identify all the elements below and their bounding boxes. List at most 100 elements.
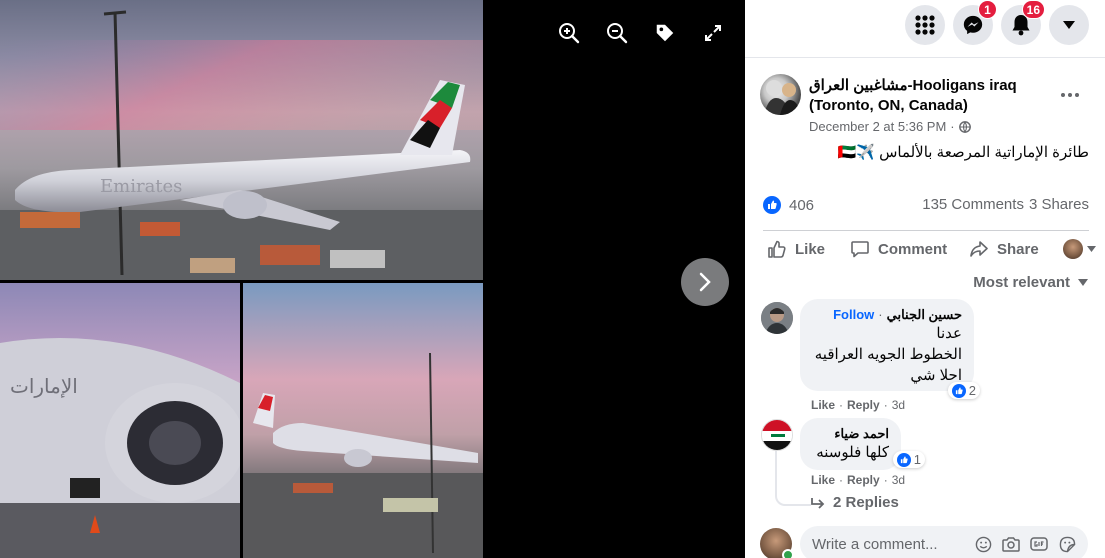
- reply-arrow-icon: [811, 497, 825, 509]
- meta-separator: ·: [839, 473, 844, 487]
- online-status-dot: [782, 549, 794, 558]
- like-count-text: 406: [789, 196, 815, 214]
- react-as-selector[interactable]: [1063, 234, 1096, 264]
- post-actions: Like Comment Share: [763, 234, 1096, 264]
- messenger-icon: [963, 15, 983, 35]
- account-button[interactable]: [1049, 5, 1089, 45]
- post-panel: مشاغبين العراق-Hooligans iraq (Toronto, …: [745, 58, 1105, 558]
- more-dots-icon: [1061, 93, 1079, 97]
- comment-reaction-count: 1: [913, 452, 921, 467]
- chevron-right-icon: [699, 272, 711, 292]
- comment-line: احلا شي: [910, 367, 962, 384]
- comment-age[interactable]: 3d: [892, 473, 905, 487]
- follow-link[interactable]: Follow: [833, 307, 874, 323]
- next-photo-button[interactable]: [681, 258, 729, 306]
- plane-photo-top: Emirates: [0, 0, 483, 280]
- livery-text-top: Emirates: [100, 176, 182, 197]
- comment-label: Comment: [878, 240, 948, 258]
- comment-bubble: حسين الجنابي · Follow عدنا الخطوط الجويه…: [800, 299, 980, 399]
- comment-line: الخطوط الجويه العراقيه: [814, 346, 962, 363]
- comment-reaction-count: 2: [968, 383, 976, 398]
- facebook-photo-page: Emirates الإمارات 1 16 مشاغبين العراق-Ho…: [0, 0, 1105, 558]
- notifications-button[interactable]: 16: [1001, 0, 1045, 45]
- comment-age[interactable]: 3d: [892, 398, 905, 412]
- comment-reply-link[interactable]: Reply: [847, 473, 880, 487]
- comment-bubble: احمد ضياء كلها فلوسنه 1: [800, 418, 925, 470]
- share-button[interactable]: Share: [969, 234, 1039, 264]
- comment-header: حسين الجنابي · Follow: [812, 307, 962, 323]
- meta-separator: ·: [883, 473, 888, 487]
- comment-like-link[interactable]: Like: [811, 473, 835, 487]
- comment-icon: [851, 241, 869, 258]
- post-timestamp: December 2 at 5:36 PM ·: [809, 119, 971, 134]
- caret-down-icon: [1063, 21, 1075, 29]
- share-label: Share: [997, 240, 1039, 258]
- menu-button[interactable]: [905, 5, 945, 45]
- comments-count[interactable]: 135 Comments: [922, 196, 1024, 213]
- plane-photo-engine: الإمارات: [0, 283, 240, 558]
- comment-line: عدنا: [936, 325, 962, 342]
- zoom-in-icon[interactable]: [556, 20, 582, 46]
- meta-separator: ·: [883, 398, 888, 412]
- sort-label: Most relevant: [973, 274, 1070, 291]
- commenter-name[interactable]: حسين الجنابي: [887, 307, 962, 323]
- comment-share-counts: 135 Comments 3 Shares: [922, 196, 1089, 213]
- caret-down-icon: [1087, 246, 1096, 252]
- emoji-icon[interactable]: [974, 535, 992, 553]
- photo-viewer[interactable]: Emirates الإمارات: [0, 0, 745, 558]
- comment-reply-link[interactable]: Reply: [847, 398, 880, 412]
- actions-divider: [763, 230, 1089, 231]
- reactions-summary: 406 135 Comments 3 Shares: [763, 196, 1089, 218]
- commenter-avatar[interactable]: [761, 419, 793, 451]
- notifications-badge: 16: [1021, 0, 1045, 19]
- globe-icon: [958, 120, 971, 133]
- like-count[interactable]: 406: [763, 196, 814, 214]
- like-label: Like: [795, 240, 826, 258]
- view-replies-button[interactable]: 2 Replies: [811, 494, 899, 511]
- livery-text-engine: الإمارات: [10, 374, 78, 398]
- commenter-name[interactable]: احمد ضياء: [834, 426, 889, 442]
- composer-icons: [974, 535, 1076, 553]
- comment-like-link[interactable]: Like: [811, 398, 835, 412]
- caret-down-icon: [1078, 279, 1088, 286]
- comment-meta: Like · Reply · 3d: [811, 398, 905, 412]
- messenger-button[interactable]: 1: [953, 0, 997, 45]
- like-reaction-icon: [951, 383, 966, 398]
- gif-icon[interactable]: [1030, 535, 1048, 553]
- replies-count: 2 Replies: [833, 494, 899, 511]
- comment-line: كلها فلوسنه: [816, 444, 889, 461]
- comment-header: احمد ضياء: [812, 426, 889, 442]
- comment-button[interactable]: Comment: [850, 234, 947, 264]
- post-caption: طائرة الإماراتية المرصعة بالألماس ✈️🇦🇪: [837, 144, 1089, 161]
- name-separator: ·: [878, 307, 883, 322]
- author-name[interactable]: مشاغبين العراق-Hooligans iraq (Toronto, …: [809, 76, 1039, 116]
- page-avatar[interactable]: [760, 74, 801, 115]
- camera-icon[interactable]: [1002, 535, 1020, 553]
- comment-reactions[interactable]: 2: [947, 382, 980, 399]
- comment-sort-dropdown[interactable]: Most relevant: [973, 274, 1088, 291]
- post-options-button[interactable]: [1057, 82, 1083, 108]
- tag-icon[interactable]: [652, 20, 678, 46]
- zoom-out-icon[interactable]: [604, 20, 630, 46]
- post-time-text[interactable]: December 2 at 5:36 PM: [809, 119, 946, 134]
- comment-input[interactable]: [812, 535, 972, 553]
- top-nav: 1 16: [905, 0, 1089, 45]
- shares-count[interactable]: 3 Shares: [1029, 196, 1089, 213]
- plane-photo-side: [243, 283, 483, 558]
- viewer-toolbar: [556, 20, 726, 46]
- grid-menu-icon: [915, 15, 935, 35]
- comment-composer[interactable]: [800, 526, 1088, 558]
- like-reaction-icon: [896, 452, 911, 467]
- like-reaction-icon: [763, 196, 781, 214]
- meta-separator: ·: [839, 398, 844, 412]
- commenter-avatar[interactable]: [761, 302, 793, 334]
- like-button[interactable]: Like: [767, 234, 825, 264]
- comment-reactions[interactable]: 1: [892, 451, 925, 468]
- sticker-icon[interactable]: [1058, 535, 1076, 553]
- react-as-avatar: [1063, 239, 1083, 259]
- time-separator: ·: [950, 119, 955, 134]
- share-arrow-icon: [970, 241, 988, 257]
- fullscreen-icon[interactable]: [700, 20, 726, 46]
- comment-meta: Like · Reply · 3d: [811, 473, 905, 487]
- messenger-badge: 1: [978, 0, 997, 19]
